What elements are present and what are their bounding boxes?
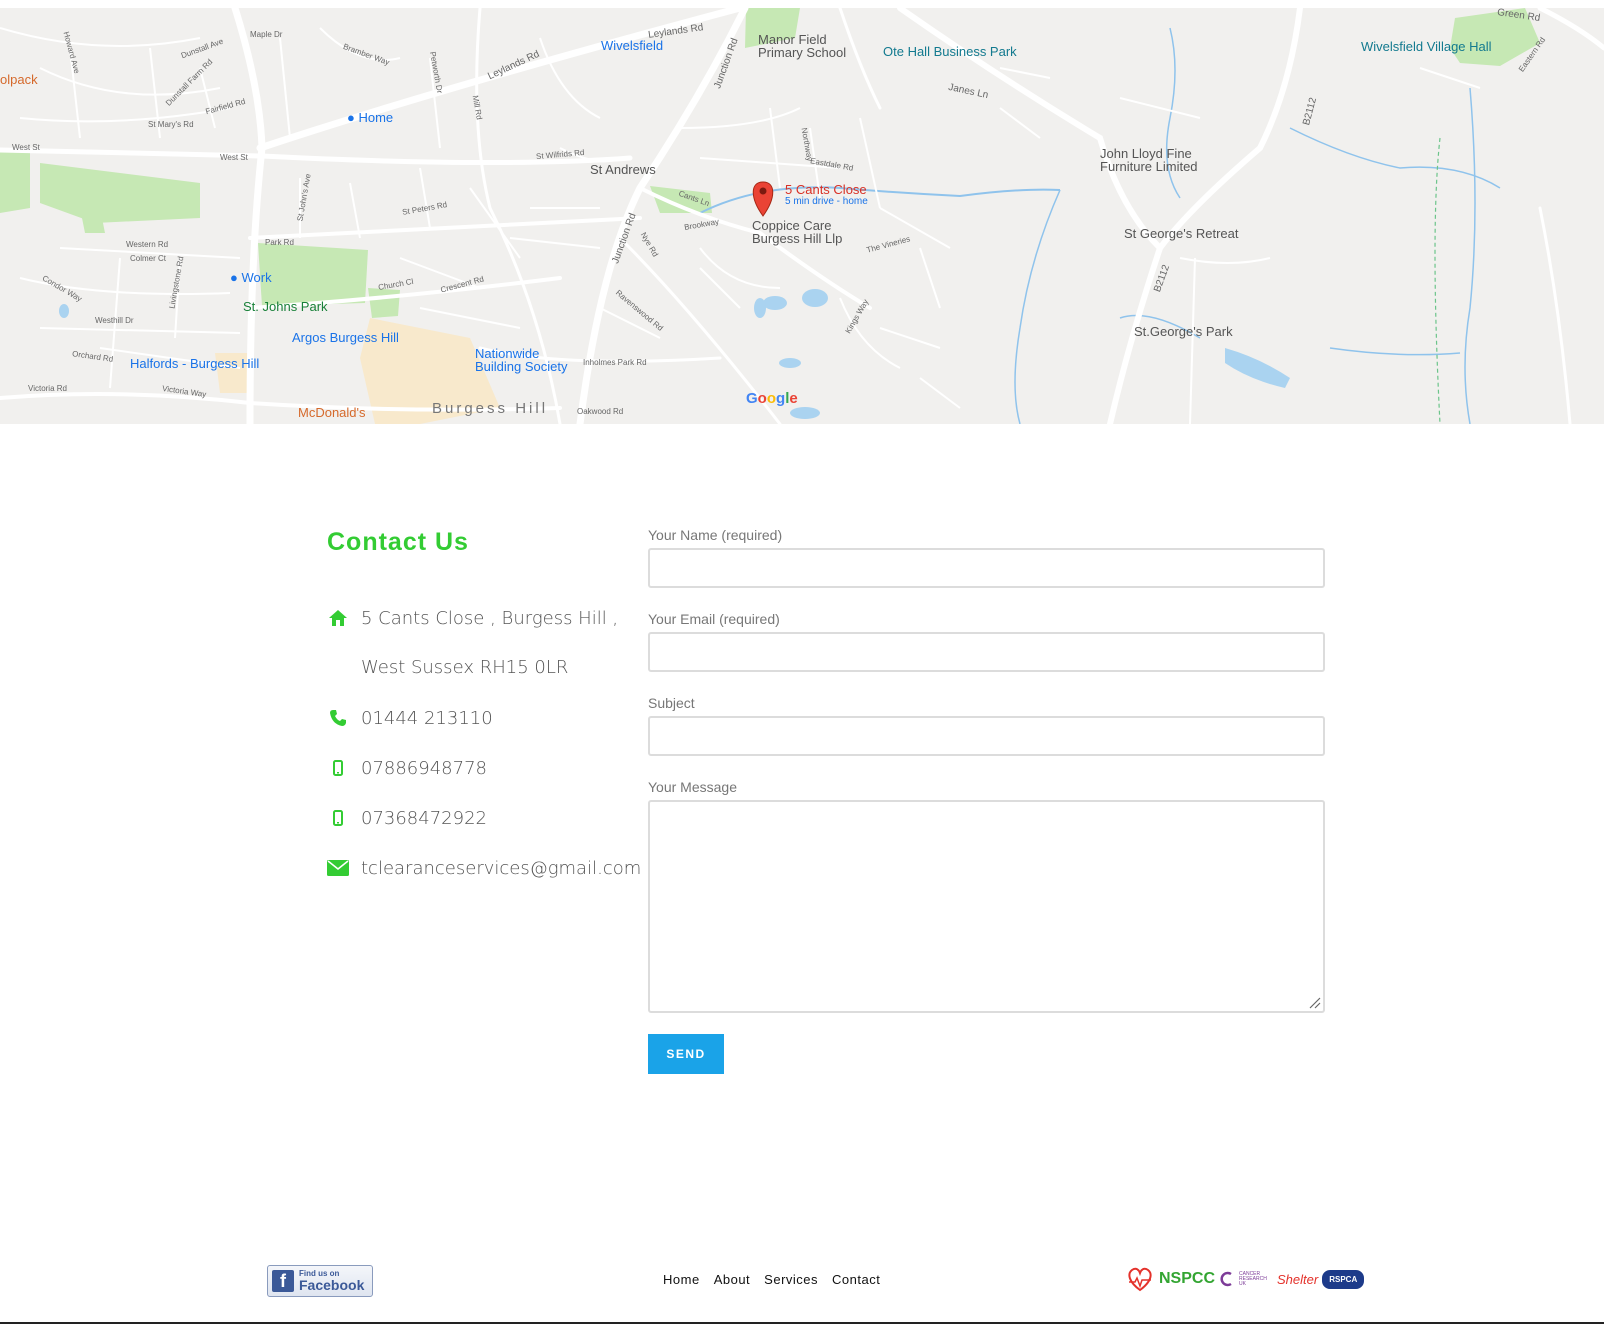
map-place-st-andrews: St Andrews bbox=[590, 162, 656, 177]
address-row: 5 Cants Close , Burgess Hill , bbox=[327, 607, 618, 629]
road-victoria: Victoria Rd bbox=[28, 384, 67, 393]
map-place-building-society: Building Society bbox=[475, 359, 568, 374]
mobile-phone-icon bbox=[327, 757, 349, 779]
map-place-work[interactable]: ● Work bbox=[230, 270, 272, 285]
google-logo: Google bbox=[746, 390, 798, 407]
map-place-st-georges-retreat: St George's Retreat bbox=[1124, 226, 1239, 241]
road-colmer: Colmer Ct bbox=[130, 254, 167, 263]
map-place-st-johns-park: St. Johns Park bbox=[243, 299, 328, 314]
road-park: Park Rd bbox=[265, 238, 294, 247]
phone-icon bbox=[327, 707, 349, 729]
charity-logos: NSPCC CANCER RESEARCH UK Shelter RSPCA bbox=[1125, 1264, 1365, 1294]
road-west-st: West St bbox=[12, 143, 40, 152]
mobile-row-2[interactable]: 07368472922 bbox=[327, 807, 487, 829]
facebook-big-text: Facebook bbox=[299, 1277, 365, 1293]
cancer-research-logo: CANCER RESEARCH UK bbox=[1239, 1270, 1267, 1287]
facebook-text: Find us on Facebook bbox=[299, 1270, 365, 1293]
send-button[interactable]: SEND bbox=[648, 1034, 724, 1074]
map-place-wivelsfield-hall[interactable]: Wivelsfield Village Hall bbox=[1361, 39, 1492, 54]
mobile-number-2[interactable]: 07368472922 bbox=[361, 808, 487, 829]
road-western: Western Rd bbox=[126, 240, 169, 249]
map-town-burgess-hill: Burgess Hill bbox=[432, 400, 549, 417]
map-place-furniture: Furniture Limited bbox=[1100, 159, 1198, 174]
name-label: Your Name (required) bbox=[648, 527, 783, 543]
map-place-olpack: olpack bbox=[0, 72, 38, 87]
heart-charity-icon bbox=[1128, 1267, 1152, 1292]
footer-nav: Home About Services Contact bbox=[663, 1272, 880, 1287]
map-place-home[interactable]: ● Home bbox=[347, 110, 393, 125]
footer-nav-contact[interactable]: Contact bbox=[832, 1272, 880, 1287]
road-maple: Maple Dr bbox=[250, 30, 283, 39]
rspca-logo: RSPCA bbox=[1322, 1269, 1365, 1289]
mobile-row-1[interactable]: 07886948778 bbox=[327, 757, 487, 779]
cancer-research-icon bbox=[1220, 1271, 1232, 1287]
footer-nav-services[interactable]: Services bbox=[764, 1272, 818, 1287]
facebook-icon: f bbox=[272, 1270, 294, 1292]
mobile-number-1[interactable]: 07886948778 bbox=[361, 758, 487, 779]
envelope-icon bbox=[327, 857, 349, 879]
road-inholmes: Inholmes Park Rd bbox=[583, 358, 647, 367]
map-place-halfords[interactable]: Halfords - Burgess Hill bbox=[130, 356, 259, 371]
email-input[interactable] bbox=[648, 632, 1325, 672]
mobile-phone-icon bbox=[327, 807, 349, 829]
nspcc-logo: NSPCC bbox=[1159, 1270, 1216, 1287]
map-place-wivelsfield[interactable]: Wivelsfield bbox=[601, 38, 663, 53]
road-oakwood: Oakwood Rd bbox=[577, 407, 624, 416]
map-place-st-georges-park: St.George's Park bbox=[1134, 324, 1233, 339]
address-line-2: West Sussex RH15 0LR bbox=[361, 657, 569, 678]
map-place-mcdonalds[interactable]: McDonald's bbox=[298, 405, 366, 420]
map-place-burgess-hill-llp: Burgess Hill Llp bbox=[752, 231, 843, 246]
map-pin-subtitle: 5 min drive - home bbox=[785, 196, 868, 207]
footer-nav-about[interactable]: About bbox=[714, 1272, 750, 1287]
message-textarea[interactable] bbox=[648, 800, 1325, 1013]
road-west-st-2: West St bbox=[220, 153, 248, 162]
map-place-primary-school: Primary School bbox=[758, 45, 847, 60]
footer-nav-home[interactable]: Home bbox=[663, 1272, 700, 1287]
facebook-badge[interactable]: f Find us on Facebook bbox=[267, 1265, 373, 1297]
subject-input[interactable] bbox=[648, 716, 1325, 756]
address-line-1: 5 Cants Close , Burgess Hill , bbox=[361, 607, 619, 629]
home-icon bbox=[327, 607, 349, 629]
resize-grip-icon[interactable] bbox=[1307, 995, 1321, 1009]
email-address[interactable]: tclearanceservices@gmail.com bbox=[361, 858, 641, 879]
email-label: Your Email (required) bbox=[648, 611, 780, 627]
map-place-ote-hall[interactable]: Ote Hall Business Park bbox=[883, 44, 1017, 59]
name-input[interactable] bbox=[648, 548, 1325, 588]
phone-row[interactable]: 01444 213110 bbox=[327, 707, 493, 729]
map-place-argos[interactable]: Argos Burgess Hill bbox=[292, 330, 399, 345]
address-row-2: West Sussex RH15 0LR bbox=[361, 657, 568, 678]
phone-number[interactable]: 01444 213110 bbox=[361, 708, 493, 729]
message-label: Your Message bbox=[648, 779, 737, 795]
shelter-logo: Shelter bbox=[1277, 1271, 1319, 1287]
subject-label: Subject bbox=[648, 695, 695, 711]
email-row[interactable]: tclearanceservices@gmail.com bbox=[327, 857, 641, 879]
map-pin-title: 5 Cants Close bbox=[785, 182, 867, 197]
road-st-marys: St Mary's Rd bbox=[148, 120, 194, 129]
contact-title: Contact Us bbox=[327, 528, 469, 556]
google-map[interactable]: 5 Cants Close 5 min drive - home ● Home … bbox=[0, 8, 1604, 424]
road-westhill: Westhill Dr bbox=[95, 316, 134, 325]
contact-page: 5 Cants Close 5 min drive - home ● Home … bbox=[0, 0, 1604, 1324]
